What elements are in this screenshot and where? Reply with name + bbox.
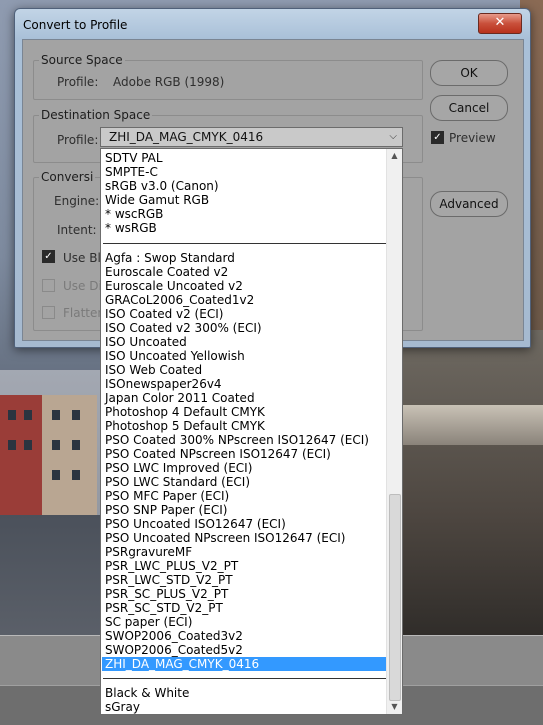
use-black-point-label: Use Bl	[63, 251, 101, 265]
profile-option[interactable]: Agfa : Swop Standard	[105, 251, 235, 265]
profile-option[interactable]: * wsRGB	[105, 221, 157, 235]
profile-option[interactable]: PSO Uncoated NPscreen ISO12647 (ECI)	[105, 531, 345, 545]
scroll-down-icon[interactable]: ▼	[387, 700, 402, 714]
profile-option[interactable]: ISO Coated v2 300% (ECI)	[105, 321, 262, 335]
profile-dropdown-list[interactable]: SDTV PAL SMPTE-C sRGB v3.0 (Canon) Wide Gam…	[100, 148, 403, 715]
profile-option[interactable]: ZHI_DA_MAG_CMYK_0416	[102, 657, 390, 671]
profile-option[interactable]: Black & White	[105, 686, 189, 700]
profile-option[interactable]: PSO Coated 300% NPscreen ISO12647 (ECI)	[105, 433, 369, 447]
preview-label: Preview	[449, 131, 496, 145]
source-space-title: Source Space	[39, 53, 125, 67]
profile-option[interactable]: PSR_LWC_PLUS_V2_PT	[105, 559, 238, 573]
list-separator	[103, 243, 387, 244]
profile-option[interactable]: Japan Color 2011 Coated	[105, 391, 255, 405]
profile-option[interactable]: PSO Uncoated ISO12647 (ECI)	[105, 517, 286, 531]
profile-option[interactable]: PSO LWC Standard (ECI)	[105, 475, 250, 489]
destination-profile-select[interactable]: ZHI_DA_MAG_CMYK_0416 ⌵	[100, 127, 403, 147]
use-black-point-checkbox[interactable]: ✓	[42, 250, 55, 263]
profile-option[interactable]: Euroscale Coated v2	[105, 265, 228, 279]
profile-option[interactable]: Euroscale Uncoated v2	[105, 279, 243, 293]
profile-option[interactable]: sGray	[105, 700, 140, 714]
profile-option[interactable]: SWOP2006_Coated5v2	[105, 643, 243, 657]
close-button[interactable]: ✕	[478, 13, 522, 34]
profile-option[interactable]: ISOnewspaper26v4	[105, 377, 222, 391]
profile-option[interactable]: PSRgravureMF	[105, 545, 192, 559]
close-icon: ✕	[494, 15, 506, 30]
list-separator	[103, 678, 387, 679]
profile-option[interactable]: SC paper (ECI)	[105, 615, 192, 629]
profile-option[interactable]: PSR_LWC_STD_V2_PT	[105, 573, 233, 587]
ok-button[interactable]: OK	[430, 60, 508, 86]
profile-option[interactable]: Photoshop 5 Default CMYK	[105, 419, 265, 433]
profile-option[interactable]: SDTV PAL	[105, 151, 163, 165]
profile-option[interactable]: Photoshop 4 Default CMYK	[105, 405, 265, 419]
profile-option[interactable]: PSO LWC Improved (ECI)	[105, 461, 252, 475]
engine-label: Engine:	[54, 194, 100, 208]
conversion-options-title: Conversi	[39, 170, 96, 184]
destination-profile-label: Profile:	[57, 133, 99, 147]
profile-option[interactable]: GRACoL2006_Coated1v2	[105, 293, 254, 307]
flatten-label: Flatten	[63, 306, 105, 320]
profile-option[interactable]: PSO SNP Paper (ECI)	[105, 503, 227, 517]
profile-option[interactable]: SWOP2006_Coated3v2	[105, 629, 243, 643]
profile-option[interactable]: sRGB v3.0 (Canon)	[105, 179, 219, 193]
profile-option[interactable]: PSR_SC_STD_V2_PT	[105, 601, 223, 615]
dropdown-scrollbar[interactable]: ▲ ▼	[386, 149, 402, 714]
profile-option[interactable]: ISO Coated v2 (ECI)	[105, 307, 223, 321]
scrollbar-thumb[interactable]	[389, 494, 401, 701]
profile-option[interactable]: Wide Gamut RGB	[105, 193, 209, 207]
advanced-button[interactable]: Advanced	[430, 191, 508, 217]
flatten-checkbox[interactable]	[42, 306, 55, 319]
destination-profile-value: ZHI_DA_MAG_CMYK_0416	[109, 130, 264, 144]
destination-space-title: Destination Space	[39, 108, 153, 122]
profile-option[interactable]: PSR_SC_PLUS_V2_PT	[105, 587, 228, 601]
profile-option[interactable]: ISO Uncoated	[105, 335, 187, 349]
source-profile-label: Profile:	[57, 75, 99, 89]
cancel-button[interactable]: Cancel	[430, 95, 508, 121]
scroll-up-icon[interactable]: ▲	[387, 149, 402, 163]
profile-option[interactable]: * wscRGB	[105, 207, 163, 221]
use-dither-checkbox[interactable]	[42, 279, 55, 292]
profile-option[interactable]: PSO Coated NPscreen ISO12647 (ECI)	[105, 447, 331, 461]
dialog-title: Convert to Profile	[23, 18, 128, 32]
profile-option[interactable]: SMPTE-C	[105, 165, 158, 179]
intent-label: Intent:	[57, 223, 97, 237]
source-profile-value: Adobe RGB (1998)	[113, 75, 225, 89]
profile-option[interactable]: PSO MFC Paper (ECI)	[105, 489, 229, 503]
profile-option[interactable]: ISO Uncoated Yellowish	[105, 349, 245, 363]
chevron-down-icon: ⌵	[389, 131, 397, 142]
preview-checkbox[interactable]: ✓	[431, 131, 444, 144]
use-dither-label: Use Di	[63, 279, 102, 293]
profile-option[interactable]: ISO Web Coated	[105, 363, 202, 377]
